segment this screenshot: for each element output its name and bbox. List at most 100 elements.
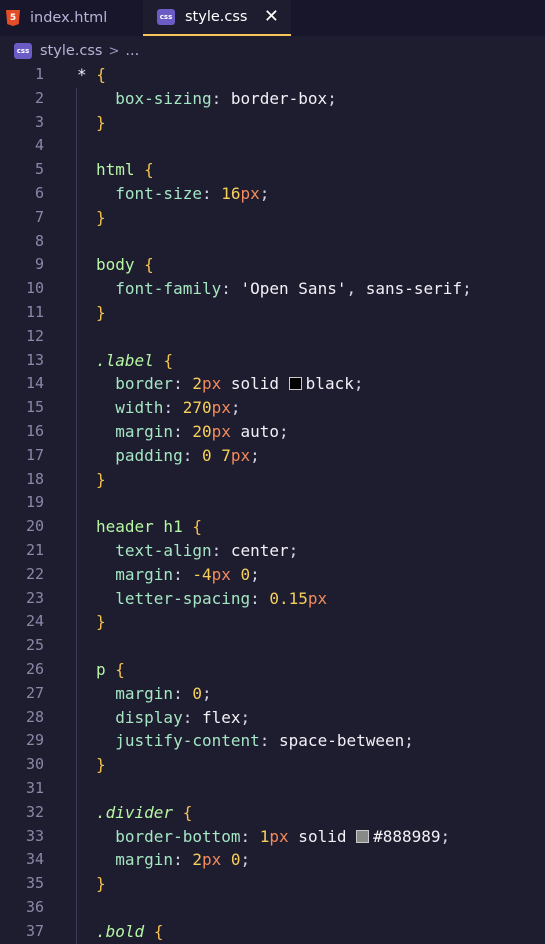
- code-line[interactable]: 22 margin: -4px 0;: [0, 563, 545, 587]
- line-number: 35: [25, 874, 44, 893]
- code-text: margin: -4px 0;: [96, 563, 260, 587]
- token-prop: letter-spacing: [96, 588, 251, 608]
- token-punct: ;: [440, 826, 451, 846]
- line-number: 26: [25, 659, 44, 678]
- token-val: solid: [221, 374, 289, 394]
- token-punct: :: [173, 374, 193, 394]
- token-prop: padding: [96, 445, 183, 465]
- code-text: .divider {: [96, 801, 192, 825]
- line-number: 10: [25, 279, 44, 298]
- token-punct: [221, 850, 231, 869]
- line-number: 19: [25, 493, 44, 512]
- code-line[interactable]: 37 .bold {: [0, 920, 545, 944]
- line-number: 1: [34, 65, 44, 83]
- editor-tab-bar: 5 index.html css style.css ✕: [0, 0, 545, 36]
- token-punct: :: [173, 850, 193, 870]
- token-val: sans-serif: [365, 279, 463, 299]
- token-punct: :: [211, 540, 231, 560]
- token-class: .bold: [96, 921, 145, 941]
- css-icon: css: [157, 9, 175, 25]
- token-punct: :: [240, 826, 260, 846]
- token-tag: header h1: [96, 517, 193, 537]
- code-line[interactable]: 17 padding: 0 7px;: [0, 444, 545, 468]
- code-line[interactable]: 26 p {: [0, 658, 545, 682]
- breadcrumb-more[interactable]: ...: [125, 43, 139, 59]
- token-brace: {: [96, 65, 106, 84]
- code-line[interactable]: 36: [0, 896, 545, 920]
- code-line[interactable]: 3}: [0, 111, 545, 135]
- code-text: }: [96, 206, 106, 230]
- token-unit: px: [307, 588, 328, 608]
- token-prop: width: [96, 398, 164, 418]
- token-punct: :: [173, 421, 193, 441]
- token-val: center: [230, 540, 289, 560]
- code-line[interactable]: 9 body {: [0, 253, 545, 277]
- token-prop: justify-content: [96, 731, 260, 751]
- code-text: .label {: [96, 349, 173, 373]
- code-line[interactable]: 4: [0, 134, 545, 158]
- code-line[interactable]: 20 header h1 {: [0, 515, 545, 539]
- code-line[interactable]: 34 margin: 2px 0;: [0, 848, 545, 872]
- token-punct: :: [259, 731, 280, 751]
- code-line[interactable]: 2 box-sizing: border-box;: [0, 87, 545, 111]
- code-line[interactable]: 16 margin: 20px auto;: [0, 420, 545, 444]
- token-prop: font-family: [96, 279, 222, 299]
- code-line[interactable]: 11}: [0, 301, 545, 325]
- token-num: 270: [182, 398, 212, 418]
- token-punct: ;: [201, 683, 212, 703]
- color-swatch[interactable]: [356, 829, 370, 843]
- breadcrumb-file[interactable]: style.css: [40, 43, 102, 59]
- close-icon[interactable]: ✕: [264, 8, 279, 26]
- code-line[interactable]: 12: [0, 325, 545, 349]
- code-line[interactable]: 18}: [0, 468, 545, 492]
- token-unit: px: [230, 445, 251, 465]
- code-line[interactable]: 27 margin: 0;: [0, 682, 545, 706]
- code-line[interactable]: 13 .label {: [0, 349, 545, 373]
- token-num: 0: [201, 445, 212, 465]
- code-editor[interactable]: 1 * {2 box-sizing: border-box; 3} 4 5 html {6…: [0, 63, 545, 944]
- token-num: 2: [192, 374, 202, 394]
- token-brace: }: [96, 469, 106, 489]
- code-line[interactable]: 32 .divider {: [0, 801, 545, 825]
- code-text: p {: [96, 658, 125, 682]
- token-brace: {: [182, 802, 193, 822]
- line-number: 5: [34, 160, 44, 179]
- code-line[interactable]: 33 border-bottom: 1px solid #888989;: [0, 825, 545, 849]
- token-class: .divider: [96, 802, 174, 822]
- code-line[interactable]: 31: [0, 777, 545, 801]
- code-line[interactable]: 30}: [0, 753, 545, 777]
- code-line[interactable]: 28 display: flex;: [0, 706, 545, 730]
- code-line[interactable]: 23 letter-spacing: 0.15px: [0, 587, 545, 611]
- tab-label: style.css: [185, 9, 248, 25]
- tab-index-html[interactable]: 5 index.html: [0, 0, 143, 36]
- code-line[interactable]: 29 justify-content: space-between;: [0, 729, 545, 753]
- code-line[interactable]: 24}: [0, 610, 545, 634]
- token-punct: :: [250, 588, 270, 608]
- token-punct: ;: [259, 183, 270, 203]
- code-line[interactable]: 6 font-size: 16px;: [0, 182, 545, 206]
- code-line[interactable]: 5 html {: [0, 158, 545, 182]
- code-line[interactable]: 1 * {: [0, 63, 545, 87]
- tab-style-css[interactable]: css style.css ✕: [143, 0, 291, 36]
- code-line[interactable]: 21 text-align: center;: [0, 539, 545, 563]
- token-punct: ;: [288, 540, 299, 560]
- token-punct: [154, 351, 164, 370]
- code-line[interactable]: 35}: [0, 872, 545, 896]
- code-line[interactable]: 15 width: 270px;: [0, 396, 545, 420]
- token-brace: {: [144, 255, 154, 275]
- code-line[interactable]: 8: [0, 230, 545, 254]
- color-swatch[interactable]: [288, 377, 302, 391]
- line-number: 20: [25, 517, 44, 536]
- code-line[interactable]: 10 font-family: 'Open Sans', sans-serif;: [0, 277, 545, 301]
- code-line[interactable]: 7}: [0, 206, 545, 230]
- token-punct: ,: [346, 279, 366, 299]
- token-val: border-box: [230, 88, 328, 108]
- token-punct: :: [221, 279, 241, 299]
- token-punct: ;: [250, 564, 260, 584]
- code-line[interactable]: 19: [0, 491, 545, 515]
- code-line[interactable]: 14 border: 2px solid black;: [0, 372, 545, 396]
- code-line[interactable]: 25: [0, 634, 545, 658]
- token-val: flex: [201, 707, 241, 727]
- token-val: auto: [230, 421, 280, 441]
- token-brace: }: [96, 755, 106, 775]
